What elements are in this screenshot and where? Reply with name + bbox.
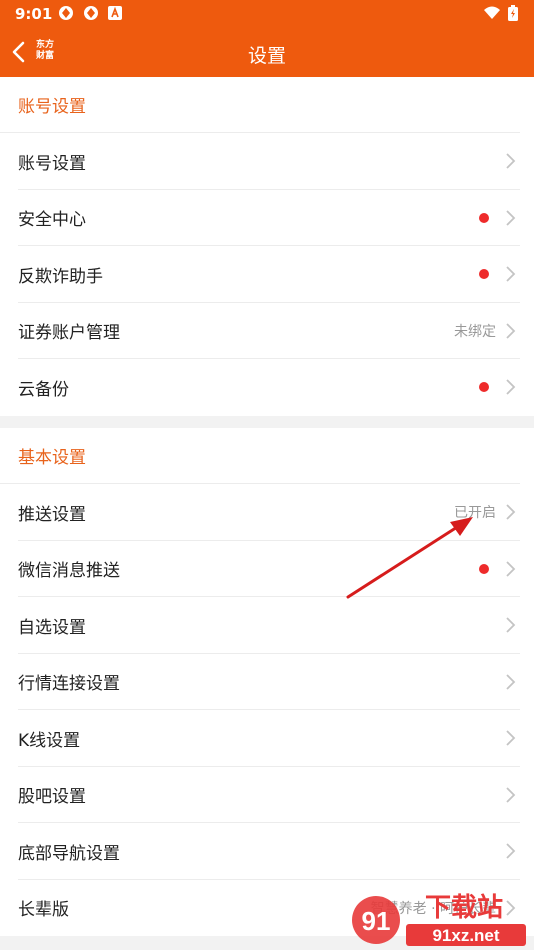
settings-row-label: 微信消息推送	[18, 561, 120, 582]
watermark-url: 91xz.net	[432, 926, 499, 945]
red-dot-badge	[479, 563, 489, 574]
wifi-icon	[484, 6, 500, 19]
settings-row[interactable]: 底部导航设置	[0, 823, 534, 880]
app-header: 9:01 东方 财富 设置	[0, 0, 534, 77]
settings-row[interactable]: 反欺诈助手	[0, 246, 534, 303]
settings-row-label: 证券账户管理	[18, 323, 120, 344]
chevron-right-icon	[506, 153, 516, 169]
chevron-right-icon	[506, 674, 516, 690]
settings-row[interactable]: 微信消息推送	[0, 541, 534, 597]
settings-row[interactable]: 行情连接设置	[0, 654, 534, 710]
site-watermark: 91 下载站 91xz.net	[352, 893, 526, 946]
section-header: 基本设置	[0, 428, 520, 484]
chevron-right-icon	[506, 210, 516, 226]
chevron-right-icon	[506, 323, 516, 339]
settings-row[interactable]: K线设置	[0, 710, 534, 767]
settings-row-label: 推送设置	[18, 504, 86, 525]
nav-bar: 东方 财富 设置	[0, 28, 534, 77]
red-dot-badge	[479, 212, 489, 223]
chevron-right-icon	[506, 730, 516, 746]
chevron-right-icon	[506, 504, 516, 520]
settings-row[interactable]: 账号设置	[0, 133, 534, 190]
settings-row-label: 行情连接设置	[18, 674, 120, 695]
battery-icon	[508, 5, 518, 21]
status-time: 9:01	[15, 5, 53, 23]
settings-row[interactable]: 安全中心	[0, 190, 534, 246]
basic-settings-section: 基本设置 推送设置 已开启微信消息推送 自选设置行情连接设置 K线设置股吧设置底部导航…	[0, 428, 534, 936]
settings-row-label: 账号设置	[18, 153, 86, 174]
chevron-right-icon	[506, 266, 516, 282]
svg-text:91: 91	[362, 906, 391, 936]
settings-row-label: 长辈版	[18, 900, 69, 921]
chevron-right-icon	[506, 379, 516, 395]
settings-row-label: 自选设置	[18, 617, 86, 638]
red-dot-badge	[479, 382, 489, 393]
settings-row-label: 安全中心	[18, 210, 86, 231]
watermark-text: 下载站	[425, 893, 503, 923]
settings-row[interactable]: 云备份	[0, 359, 534, 416]
chevron-right-icon	[506, 787, 516, 803]
settings-row-label: 底部导航设置	[18, 843, 120, 864]
chevron-right-icon	[506, 843, 516, 859]
settings-row-label: 股吧设置	[18, 787, 86, 808]
app-notification-icon	[84, 6, 98, 20]
red-dot-badge	[479, 269, 489, 280]
app-notification-icon	[59, 6, 73, 20]
settings-row-label: 云备份	[18, 379, 69, 400]
status-bar: 9:01	[0, 0, 534, 28]
settings-row[interactable]: 股吧设置	[0, 767, 534, 823]
settings-row[interactable]: 证券账户管理 未绑定	[0, 303, 534, 359]
account-settings-section: 账号设置 账号设置安全中心反欺诈助手证券账户管理 未绑定云备份	[0, 77, 534, 416]
settings-row[interactable]: 自选设置	[0, 597, 534, 654]
page-title: 设置	[247, 45, 286, 67]
font-notification-icon	[108, 6, 122, 20]
settings-row-value: 未绑定	[454, 323, 496, 340]
chevron-right-icon	[506, 561, 516, 577]
chevron-right-icon	[506, 617, 516, 633]
settings-row-label: 反欺诈助手	[18, 266, 103, 287]
settings-row-label: K线设置	[18, 730, 81, 751]
settings-row-value: 已开启	[454, 505, 496, 522]
settings-row[interactable]: 推送设置 已开启	[0, 484, 534, 541]
section-header: 账号设置	[0, 77, 520, 133]
